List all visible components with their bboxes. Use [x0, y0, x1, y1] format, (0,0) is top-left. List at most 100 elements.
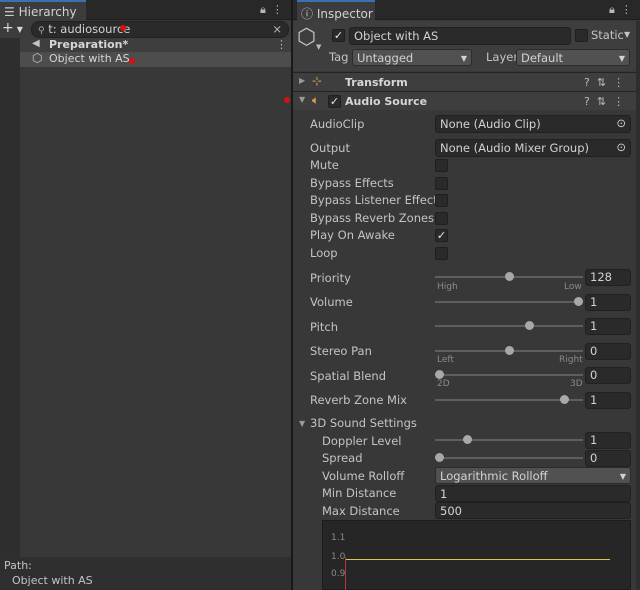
pitch-slider-track[interactable]: [435, 321, 583, 330]
bypass-listener-effects-checkbox[interactable]: [435, 194, 448, 207]
pitch-slider-thumb[interactable]: [525, 321, 535, 330]
pitch-value-field[interactable]: 1: [585, 318, 631, 335]
path-value: Object with AS: [12, 574, 93, 587]
min-distance-field[interactable]: 1: [435, 485, 631, 502]
spread-slider-thumb[interactable]: [435, 453, 444, 462]
stereo-pan-slider-thumb[interactable]: [504, 346, 514, 355]
stereo-pan-value-field[interactable]: 0: [585, 343, 631, 360]
doppler-slider-track[interactable]: [435, 435, 583, 444]
reverb-zone-mix-value-field[interactable]: 1: [585, 392, 631, 409]
tab-hierarchy[interactable]: ☰ Hierarchy: [0, 0, 86, 21]
object-picker-icon[interactable]: ⊙: [616, 116, 626, 130]
volume-slider-track[interactable]: [435, 297, 583, 306]
annotation-marker: [120, 25, 126, 31]
loop-checkbox[interactable]: [435, 247, 448, 260]
graph-tick-label: 0.9: [331, 569, 346, 579]
help-icon[interactable]: ?: [584, 76, 597, 89]
gameobject-cube-icon: ⬡: [297, 25, 317, 50]
bypass-effects-checkbox[interactable]: [435, 177, 448, 190]
inspector-panel: ⓘ Inspector 🔒︎⋮ ⬡ ▼ ✓ Object with AS Sta…: [293, 0, 640, 590]
scene-name: Preparation*: [49, 38, 129, 51]
graph-tick-label: 1.1: [331, 533, 346, 543]
hierarchy-item-label: Object with AS: [49, 52, 130, 65]
static-label: Static: [591, 28, 624, 42]
object-picker-icon[interactable]: ⊙: [616, 140, 626, 154]
stereo-pan-slider-track[interactable]: [435, 346, 583, 355]
volume-slider-thumb[interactable]: [574, 297, 583, 306]
bypass-reverb-zones-checkbox[interactable]: [435, 212, 448, 225]
spatial-blend-slider-track[interactable]: [435, 370, 583, 379]
path-footer: Path: Object with AS: [0, 557, 291, 590]
search-icon: ⚲: [38, 26, 45, 36]
spread-value-field[interactable]: 0: [585, 450, 631, 467]
priority-high-label: High: [437, 282, 458, 292]
scene-row[interactable]: ◀︎ Preparation* ⋮: [20, 38, 291, 53]
create-button[interactable]: + ▼: [2, 20, 23, 36]
volume-value-field[interactable]: 1: [585, 294, 631, 311]
sound3d-foldout[interactable]: ▼ 3D Sound Settings: [299, 416, 629, 432]
scene-menu-icon[interactable]: ⋮: [276, 38, 287, 51]
tab-inspector[interactable]: ⓘ Inspector: [297, 0, 375, 21]
kebab-menu-icon[interactable]: ⋮: [621, 3, 638, 16]
inspector-tabbar: ⓘ Inspector 🔒︎⋮: [293, 0, 640, 21]
stereo-pan-label: Stereo Pan: [310, 344, 372, 358]
static-dropdown-icon[interactable]: ▼: [624, 30, 630, 39]
spread-slider-track[interactable]: [435, 453, 583, 462]
layer-dropdown[interactable]: Default ▼: [516, 49, 630, 66]
doppler-slider-thumb[interactable]: [462, 435, 472, 444]
hierarchy-item-object-with-as[interactable]: ⬡ Object with AS: [20, 51, 291, 67]
object-name-field[interactable]: Object with AS: [349, 27, 571, 45]
rolloff-curve-graph[interactable]: 1.1 1.0 0.9: [322, 520, 631, 590]
priority-slider-thumb[interactable]: [504, 272, 514, 281]
presets-icon[interactable]: ⇅: [597, 95, 613, 108]
tree-gutter: [0, 38, 20, 558]
output-field[interactable]: None (Audio Mixer Group) ⊙: [435, 139, 631, 157]
presets-icon[interactable]: ⇅: [597, 76, 613, 89]
audio-source-component-header[interactable]: ▼ 🔈︎ ✓ Audio Source ?⇅⋮: [293, 91, 640, 110]
spatial-blend-slider-thumb[interactable]: [435, 370, 444, 379]
static-checkbox[interactable]: [575, 29, 588, 42]
reverb-zone-mix-slider-thumb[interactable]: [560, 395, 570, 404]
reverb-zone-mix-slider-track[interactable]: [435, 395, 583, 404]
transform-title: Transform: [345, 76, 408, 89]
lock-icon[interactable]: 🔒︎: [260, 3, 272, 16]
audioclip-field[interactable]: None (Audio Clip) ⊙: [435, 115, 631, 133]
spatial-3d-label: 3D: [570, 379, 583, 389]
kebab-menu-icon[interactable]: ⋮: [613, 95, 631, 108]
chevron-down-icon: ▼: [619, 472, 626, 481]
tag-dropdown[interactable]: Untagged ▼: [352, 49, 472, 66]
inspector-scrollbar[interactable]: [636, 21, 640, 590]
chevron-down-icon: ▼: [16, 25, 23, 34]
kebab-menu-icon[interactable]: ⋮: [613, 76, 631, 89]
active-checkbox[interactable]: ✓: [332, 29, 345, 42]
collapse-arrow-icon[interactable]: ▼: [299, 95, 305, 104]
component-controls: ?⇅⋮: [584, 76, 631, 89]
hierarchy-tab-controls: 🔒︎⋮: [260, 3, 289, 17]
hierarchy-tabbar: ☰ Hierarchy 🔒︎⋮: [0, 0, 291, 21]
doppler-value-field[interactable]: 1: [585, 432, 631, 449]
transform-component-header[interactable]: ▶ ⊹ Transform ?⇅⋮: [293, 72, 640, 91]
help-icon[interactable]: ?: [584, 95, 597, 108]
hierarchy-tab-title: Hierarchy: [18, 5, 77, 19]
audio-source-enabled-checkbox[interactable]: ✓: [328, 95, 341, 108]
priority-value-field[interactable]: 128: [585, 269, 631, 286]
min-distance-marker: [345, 557, 346, 590]
panel-divider[interactable]: [291, 0, 293, 590]
volume-rolloff-dropdown[interactable]: Logarithmic Rolloff ▼: [435, 467, 631, 484]
max-distance-field[interactable]: 500: [435, 502, 631, 519]
hierarchy-search-input[interactable]: ⚲ t: audiosource ×: [31, 21, 289, 38]
play-on-awake-checkbox[interactable]: ✓: [435, 229, 448, 242]
kebab-menu-icon[interactable]: ⋮: [272, 3, 289, 16]
priority-slider-track[interactable]: [435, 272, 583, 281]
chevron-down-icon[interactable]: ▼: [316, 43, 321, 51]
mute-label: Mute: [310, 158, 339, 172]
clear-search-icon[interactable]: ×: [272, 22, 282, 37]
audio-source-title: Audio Source: [345, 95, 428, 108]
speaker-icon: 🔈︎: [312, 93, 320, 107]
spatial-blend-value-field[interactable]: 0: [585, 367, 631, 384]
volume-label: Volume: [310, 295, 353, 309]
mute-checkbox[interactable]: [435, 159, 448, 172]
graph-tick-label: 1.0: [331, 552, 346, 562]
expand-arrow-icon[interactable]: ▶: [299, 76, 305, 85]
lock-icon[interactable]: 🔒︎: [609, 3, 621, 16]
